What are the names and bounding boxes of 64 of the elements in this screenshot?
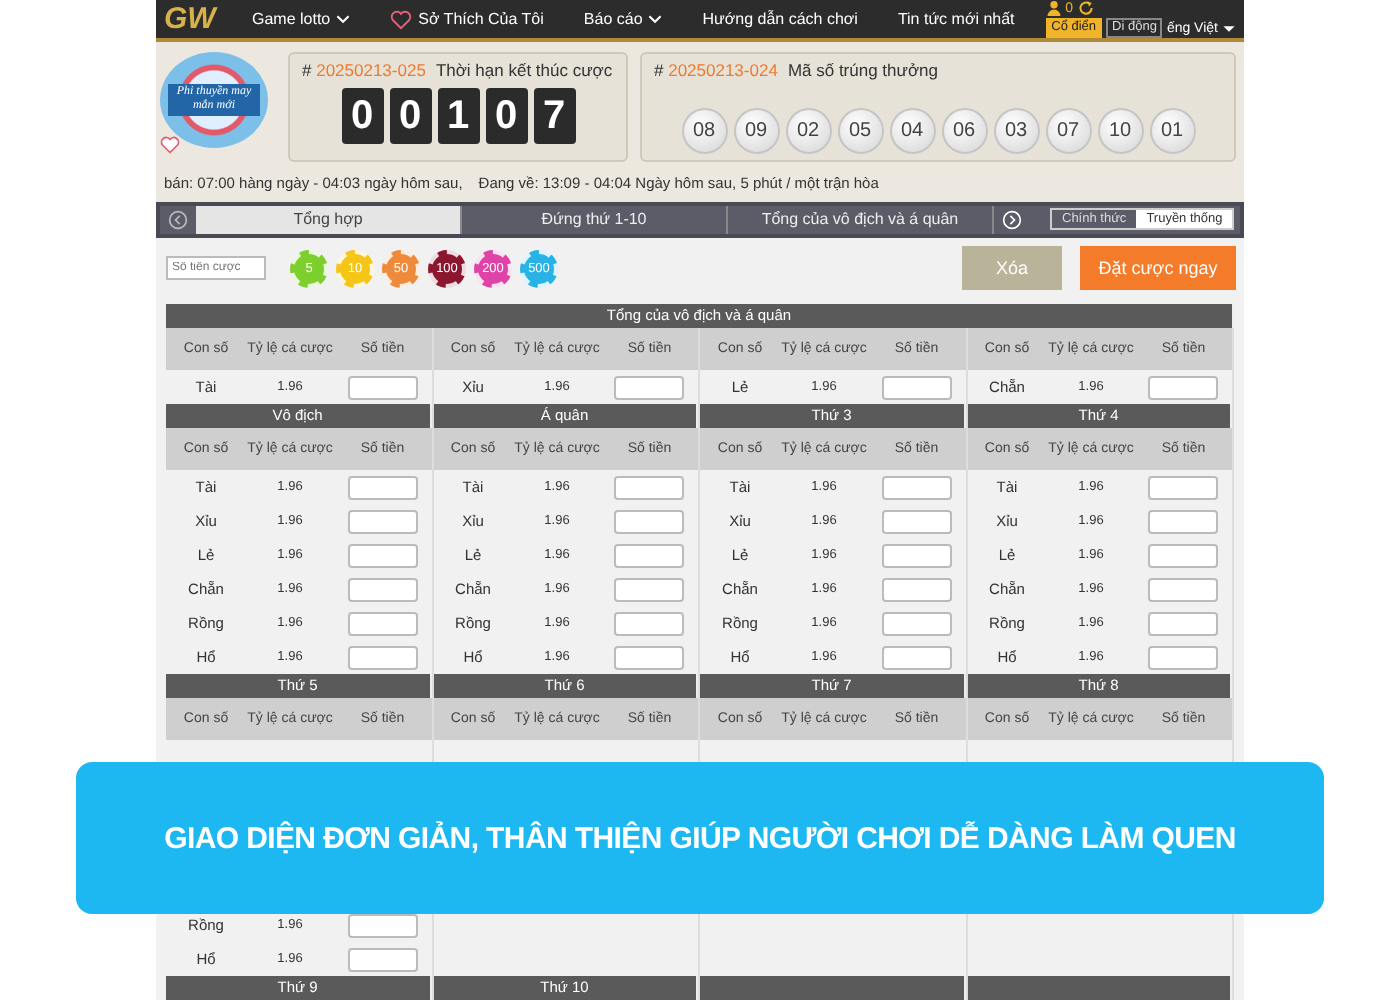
stake-input[interactable] [614, 509, 685, 533]
stake-input[interactable] [1148, 509, 1219, 533]
draw-id: # 20250213-025 [302, 60, 426, 81]
tab[interactable]: Tổng hợp [196, 205, 462, 234]
stake-input[interactable] [881, 375, 952, 399]
stake-input[interactable] [347, 475, 418, 499]
stake-input[interactable] [881, 509, 952, 533]
stake-input[interactable] [1148, 375, 1219, 399]
chevron-down-icon [336, 14, 351, 25]
result-ball: 09 [733, 108, 779, 155]
stake-input[interactable] [347, 577, 418, 601]
stake-input[interactable] [347, 375, 418, 399]
heart-icon [390, 9, 413, 30]
stake-input[interactable] [881, 543, 952, 567]
site-logo[interactable]: GW [164, 2, 228, 37]
stake-input[interactable] [347, 543, 418, 567]
result-ball: 03 [993, 108, 1039, 155]
nav-menu-item[interactable]: Game lotto [236, 10, 367, 29]
stake-input[interactable] [347, 509, 418, 533]
countdown-digit: 7 [533, 88, 575, 145]
panel-label: Thời hạn kết thúc cược [435, 60, 613, 81]
banner-text: GIAO DIỆN ĐƠN GIẢN, THÂN THIỆN GIÚP NGƯỜI CHƠI DỄ DÀNG LÀM QUEN [164, 821, 1236, 855]
nav-menu-item[interactable]: Hướng dẫn cách chơi [686, 10, 874, 29]
nav-menu-item[interactable]: Tin tức mới nhất [881, 10, 1031, 29]
countdown-digit: 0 [341, 88, 383, 145]
countdown-digit: 0 [485, 88, 527, 145]
stake-input[interactable] [614, 645, 685, 669]
refresh-icon[interactable] [1077, 0, 1094, 17]
result-ball: 02 [785, 108, 831, 155]
result-ball: 07 [1045, 108, 1091, 155]
stake-input[interactable] [614, 543, 685, 567]
result-ball: 04 [889, 108, 935, 155]
stake-input[interactable] [614, 577, 685, 601]
countdown-digit: 1 [437, 88, 479, 145]
panel-label: Mã số trúng thưởng [787, 60, 938, 81]
caret-down-icon [1222, 23, 1236, 34]
stake-input[interactable] [1148, 611, 1219, 635]
result-ball: 01 [1149, 108, 1195, 155]
result-ball: 06 [941, 108, 987, 155]
result-ball: 08 [681, 108, 727, 155]
nav-menu-item[interactable]: Báo cáo [567, 10, 679, 29]
stake-input[interactable] [881, 611, 952, 635]
stake-input[interactable] [347, 947, 418, 971]
stake-input[interactable] [347, 913, 418, 937]
stake-input[interactable] [1148, 543, 1219, 567]
stake-input[interactable] [614, 611, 685, 635]
user-icon [1045, 0, 1062, 17]
stake-input[interactable] [1148, 475, 1219, 499]
heart-icon[interactable] [160, 136, 180, 155]
stake-input[interactable] [881, 577, 952, 601]
stake-input[interactable] [614, 475, 685, 499]
stake-input[interactable] [614, 375, 685, 399]
stake-input[interactable] [1148, 577, 1219, 601]
draw-id: # 20250213-024 [654, 60, 778, 81]
stake-input[interactable] [881, 475, 952, 499]
result-ball: 10 [1097, 108, 1143, 155]
countdown-digit: 0 [389, 88, 431, 145]
stake-input[interactable] [347, 645, 418, 669]
chevron-down-icon [648, 14, 663, 25]
stake-input[interactable] [1148, 645, 1219, 669]
result-ball: 05 [837, 108, 883, 155]
stake-input[interactable] [881, 645, 952, 669]
nav-menu-item[interactable]: Sở Thích Của Tôi [374, 9, 560, 30]
stake-input[interactable] [347, 611, 418, 635]
